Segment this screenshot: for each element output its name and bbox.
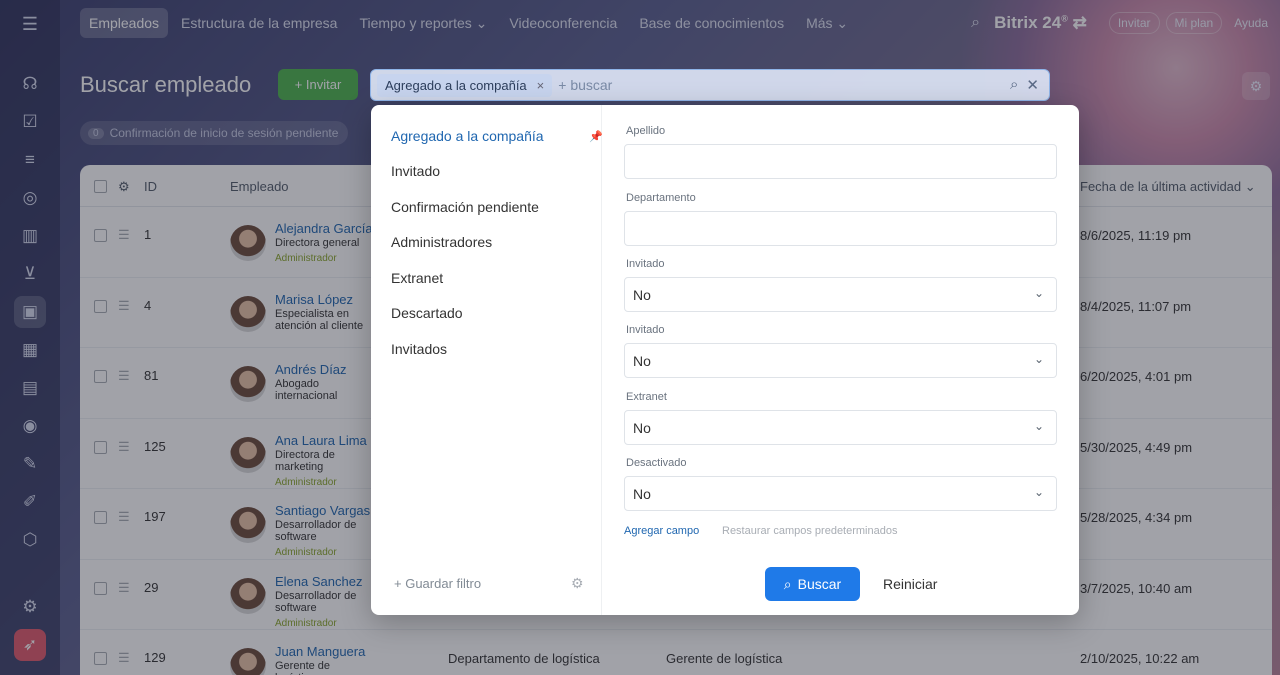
search-icon[interactable]: ⌕ <box>1010 76 1018 94</box>
pin-icon[interactable]: 📌 <box>589 130 603 143</box>
field-value: No <box>633 485 651 502</box>
save-filter-button[interactable]: + Guardar filtro <box>394 576 481 591</box>
filter-search-input[interactable]: + buscar <box>558 77 612 93</box>
field-label: Invitado <box>626 258 665 270</box>
presets-settings-icon[interactable]: ⚙ <box>571 575 584 592</box>
filter-tag-label: Agregado a la compañía <box>385 77 527 93</box>
clear-icon[interactable]: ✕ <box>1026 76 1039 94</box>
field-label: Departamento <box>626 192 696 204</box>
field-label: Extranet <box>626 391 667 403</box>
search-icon: ⌕ <box>783 575 792 592</box>
preset-item[interactable]: Invitado <box>391 163 440 179</box>
field-value: No <box>633 352 651 369</box>
restore-fields-link[interactable]: Restaurar campos predeterminados <box>722 525 897 537</box>
filter-popup: 📌 + Guardar filtro ⚙ Agregado a la compa… <box>371 105 1079 615</box>
chevron-down-icon: ⌄ <box>1033 286 1044 300</box>
field-value: No <box>633 286 651 303</box>
reset-button[interactable]: Reiniciar <box>883 576 937 592</box>
presets-panel: 📌 + Guardar filtro ⚙ Agregado a la compa… <box>371 105 603 615</box>
select-field[interactable]: No ⌄ <box>624 476 1057 511</box>
preset-item[interactable]: Invitados <box>391 341 447 357</box>
select-field[interactable]: No ⌄ <box>624 277 1057 312</box>
text-field[interactable] <box>624 144 1057 179</box>
preset-item[interactable]: Confirmación pendiente <box>391 199 539 215</box>
preset-item[interactable]: Extranet <box>391 270 443 286</box>
preset-item[interactable]: Descartado <box>391 305 463 321</box>
search-button-label: Buscar <box>797 576 842 592</box>
field-label: Desactivado <box>626 457 687 469</box>
select-field[interactable]: No ⌄ <box>624 410 1057 445</box>
field-label: Apellido <box>626 125 666 137</box>
chevron-down-icon: ⌄ <box>1033 352 1044 366</box>
chevron-down-icon: ⌄ <box>1033 419 1044 433</box>
select-field[interactable]: No ⌄ <box>624 343 1057 378</box>
filter-search-bar[interactable]: Agregado a la compañía × + buscar ⌕ ✕ <box>370 69 1050 101</box>
field-label: Invitado <box>626 324 665 336</box>
remove-tag-icon[interactable]: × <box>537 78 545 93</box>
field-value: No <box>633 419 651 436</box>
preset-item[interactable]: Agregado a la compañía <box>391 128 544 144</box>
preset-item[interactable]: Administradores <box>391 234 492 250</box>
chevron-down-icon: ⌄ <box>1033 485 1044 499</box>
text-field[interactable] <box>624 211 1057 246</box>
search-button[interactable]: ⌕ Buscar <box>765 567 860 601</box>
add-field-link[interactable]: Agregar campo <box>624 525 699 537</box>
filter-tag[interactable]: Agregado a la compañía × <box>377 73 553 97</box>
